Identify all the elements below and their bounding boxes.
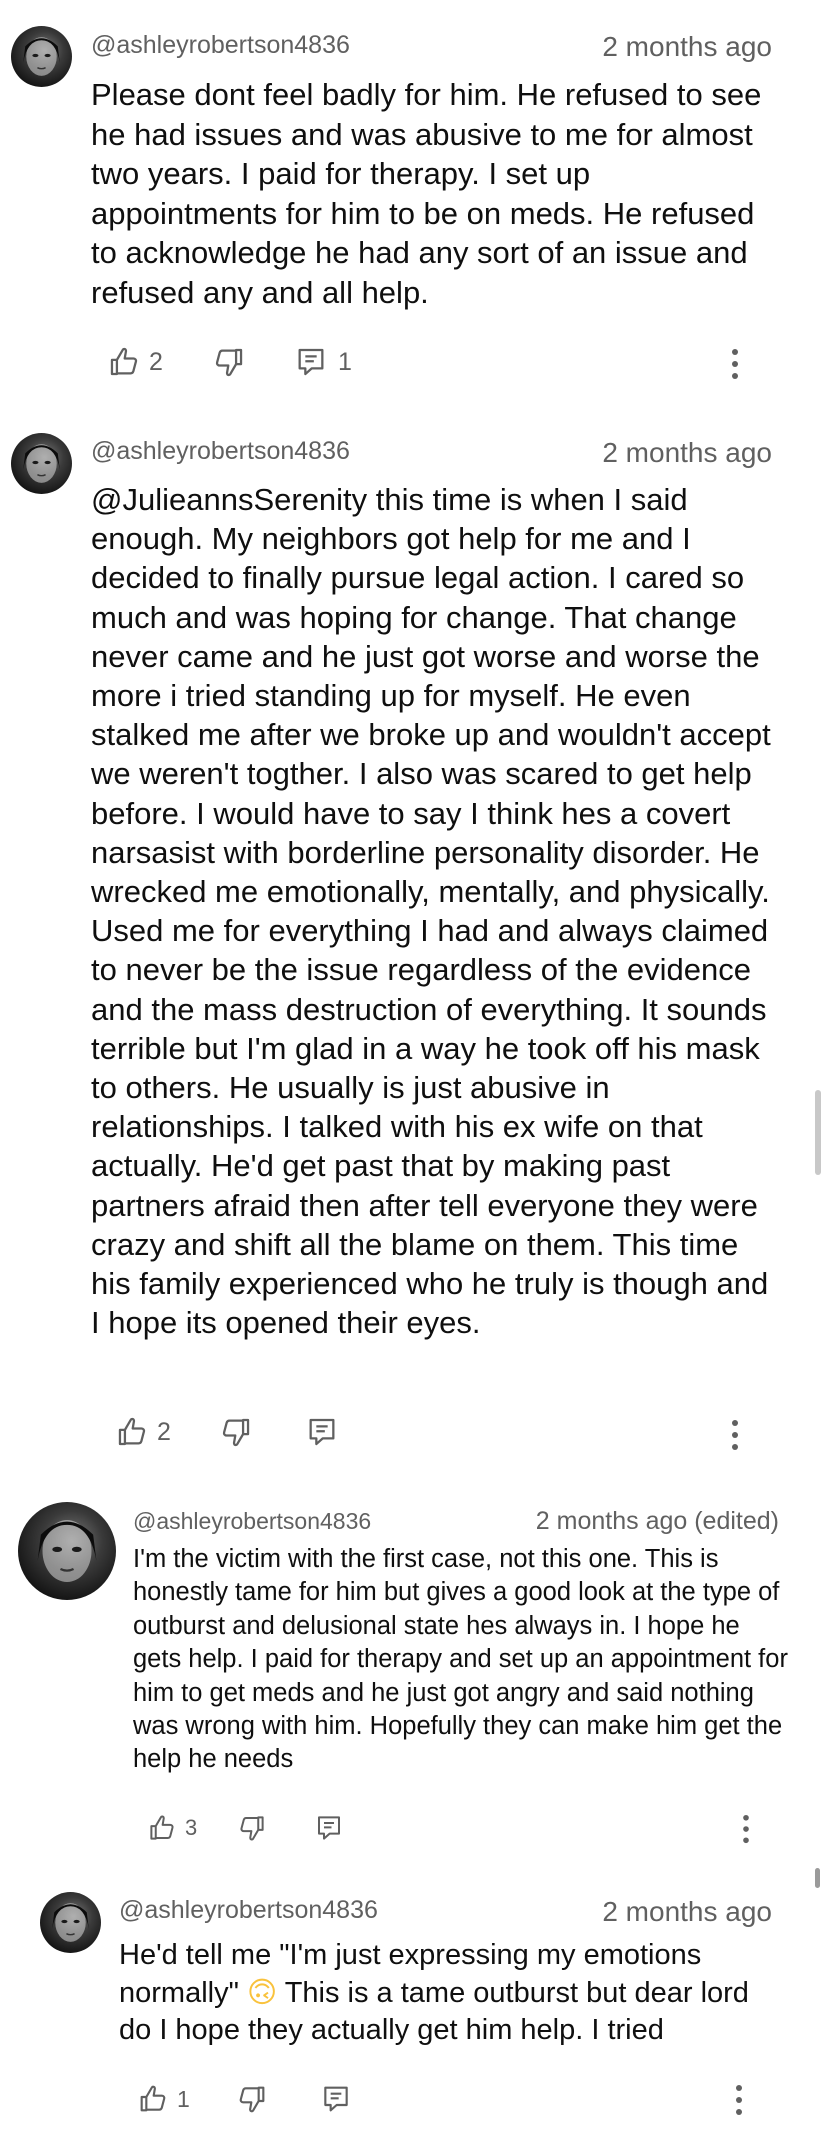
comment-text: @JulieannsSerenity this time is when I s…	[91, 482, 771, 1341]
thumbs-down-icon	[236, 2083, 268, 2115]
dislike-button[interactable]	[219, 1415, 253, 1449]
thumbs-down-icon	[237, 1813, 267, 1843]
like-count: 2	[157, 1417, 171, 1446]
more-vertical-icon[interactable]	[731, 347, 739, 381]
thumbs-up-icon	[147, 1813, 177, 1843]
like-button[interactable]: 1	[137, 2083, 190, 2115]
comment-4: @ashleyrobertson4836 2 months ago He'd t…	[0, 1870, 823, 2152]
comment-2: @ashleyrobertson4836 2 months ago @Julie…	[0, 420, 823, 1480]
thumbs-up-icon	[137, 2083, 169, 2115]
comment-author[interactable]: @ashleyrobertson4836	[91, 31, 350, 60]
like-button[interactable]: 2	[115, 1415, 171, 1449]
more-vertical-icon[interactable]	[731, 1418, 739, 1452]
scrollbar-thumb[interactable]	[815, 1090, 821, 1175]
dislike-button[interactable]	[212, 345, 246, 379]
comment-timestamp: 2 months ago	[602, 437, 772, 468]
avatar[interactable]	[11, 433, 72, 494]
thumbs-down-icon	[219, 1415, 253, 1449]
reply-comment-icon	[320, 2083, 352, 2115]
avatar-image	[18, 1502, 116, 1600]
like-button[interactable]: 3	[147, 1813, 197, 1843]
comment-author[interactable]: @ashleyrobertson4836	[133, 1508, 371, 1535]
thumbs-up-icon	[107, 345, 141, 379]
more-vertical-icon[interactable]	[735, 2084, 743, 2116]
thumbs-down-icon	[212, 345, 246, 379]
reply-comment-icon	[294, 345, 328, 379]
avatar[interactable]	[18, 1502, 116, 1600]
comment-timestamp: 2 months ago	[602, 1896, 772, 1927]
avatar-image	[11, 26, 72, 87]
reply-comment-icon	[305, 1415, 339, 1449]
reply-button[interactable]	[305, 1415, 339, 1449]
dislike-button[interactable]	[236, 2083, 268, 2115]
avatar-image	[40, 1892, 101, 1953]
comment-text: Please dont feel badly for him. He refus…	[91, 77, 762, 310]
comment-author[interactable]: @ashleyrobertson4836	[119, 1896, 378, 1925]
like-count: 3	[185, 1815, 198, 1840]
comment-timestamp: 2 months ago	[602, 31, 772, 62]
like-count: 1	[177, 2085, 190, 2112]
more-vertical-icon[interactable]	[742, 1814, 750, 1844]
reply-count: 1	[338, 347, 352, 376]
comment-3: @ashleyrobertson4836 2 months ago (edite…	[0, 1480, 823, 1870]
comment-text: I'm the victim with the first case, not …	[133, 1545, 788, 1774]
avatar[interactable]	[11, 26, 72, 87]
comment-text: He'd tell me "I'm just expressing my emo…	[119, 1937, 779, 2050]
comment-1: @ashleyrobertson4836 2 months ago Please…	[0, 0, 823, 420]
like-count: 2	[149, 347, 163, 376]
comment-timestamp: 2 months ago (edited)	[535, 1507, 779, 1535]
thumbs-up-icon	[115, 1415, 149, 1449]
reply-button[interactable]	[320, 2083, 352, 2115]
avatar-image	[11, 433, 72, 494]
like-button[interactable]: 2	[107, 345, 163, 379]
reply-button[interactable]	[314, 1813, 344, 1843]
avatar[interactable]	[40, 1892, 101, 1953]
reply-button[interactable]: 1	[294, 345, 352, 379]
upside-down-face-emoji: 🙃	[246, 1976, 278, 2009]
dislike-button[interactable]	[237, 1813, 267, 1843]
reply-comment-icon	[314, 1813, 344, 1843]
comment-author[interactable]: @ashleyrobertson4836	[91, 437, 350, 466]
